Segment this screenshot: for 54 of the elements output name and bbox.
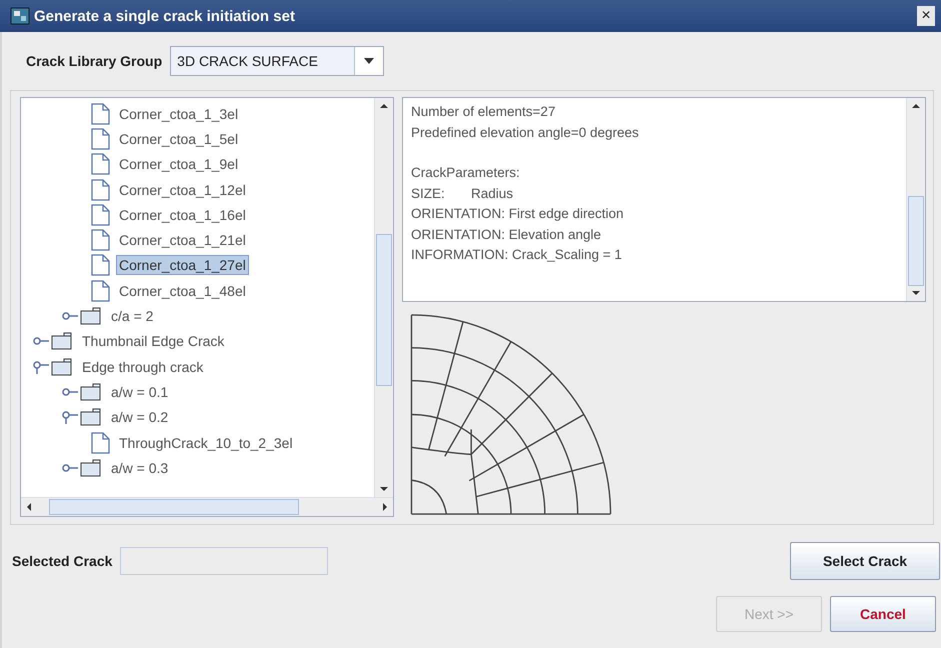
details-line: CrackParameters: bbox=[411, 165, 521, 182]
scroll-thumb[interactable] bbox=[49, 499, 299, 515]
tree-item[interactable]: a/w = 0.1 bbox=[108, 382, 172, 402]
details-line: INFORMATION: Crack_Scaling = 1 bbox=[411, 247, 623, 264]
document-icon bbox=[91, 178, 110, 201]
details-line: Number of elements=27 bbox=[411, 104, 556, 121]
window-title: Generate a single crack initiation set bbox=[34, 8, 295, 24]
app-icon bbox=[10, 7, 30, 25]
vertical-scrollbar[interactable] bbox=[374, 98, 393, 497]
details-line: ORIENTATION: First edge direction bbox=[411, 206, 625, 223]
field-label: Crack Library Group bbox=[26, 53, 162, 69]
expanded-handle-icon[interactable] bbox=[62, 410, 78, 424]
dropdown-arrow-icon bbox=[364, 58, 374, 64]
scroll-thumb[interactable] bbox=[376, 234, 392, 386]
tree-item[interactable]: Corner_ctoa_1_5el bbox=[116, 128, 242, 149]
close-button[interactable]: × bbox=[917, 6, 935, 26]
tree-item[interactable]: c/a = 2 bbox=[108, 306, 156, 326]
selected-crack-field[interactable] bbox=[120, 547, 328, 575]
folder-icon bbox=[80, 307, 102, 326]
document-icon bbox=[91, 153, 110, 176]
document-icon bbox=[91, 204, 110, 226]
document-icon bbox=[91, 128, 110, 150]
tree-item[interactable]: Corner_ctoa_1_3el bbox=[116, 104, 242, 124]
scroll-thumb[interactable] bbox=[908, 196, 924, 286]
cancel-button[interactable]: Cancel bbox=[830, 596, 936, 632]
document-icon bbox=[91, 280, 110, 302]
tree-item[interactable]: Corner_ctoa_1_21el bbox=[116, 230, 249, 250]
tree-item[interactable]: Corner_ctoa_1_12el bbox=[116, 180, 249, 200]
tree-item[interactable]: Edge through crack bbox=[79, 356, 206, 377]
document-icon bbox=[91, 254, 110, 276]
tree-item[interactable]: Thumbnail Edge Crack bbox=[79, 331, 228, 352]
folder-icon bbox=[80, 458, 102, 477]
folder-icon bbox=[51, 358, 73, 376]
folder-icon bbox=[80, 382, 102, 401]
details-line: Predefined elevation angle=0 degrees bbox=[411, 124, 640, 142]
tree-item[interactable]: a/w = 0.3 bbox=[108, 458, 172, 478]
tree-item[interactable]: Corner_ctoa_1_9el bbox=[116, 154, 242, 174]
select-crack-button[interactable]: Select Crack bbox=[790, 542, 940, 580]
tree-item[interactable]: Corner_ctoa_1_16el bbox=[116, 204, 249, 225]
document-icon bbox=[91, 229, 110, 252]
tree-item[interactable]: a/w = 0.2 bbox=[108, 407, 172, 428]
expanded-handle-icon[interactable] bbox=[33, 360, 49, 374]
tree-item[interactable]: Corner_ctoa_1_27el bbox=[116, 255, 249, 276]
folder-icon bbox=[51, 332, 73, 350]
group-dropdown[interactable]: 3D CRACK SURFACE bbox=[170, 46, 384, 76]
details-line: ORIENTATION: Elevation angle bbox=[411, 226, 602, 244]
document-icon bbox=[91, 432, 110, 454]
horizontal-scrollbar[interactable] bbox=[21, 497, 393, 516]
tree-item[interactable]: ThroughCrack_10_to_2_3el bbox=[116, 432, 296, 452]
tree-item[interactable]: Corner_ctoa_1_48el bbox=[116, 280, 249, 301]
field-label: Selected Crack bbox=[12, 553, 112, 569]
folder-icon bbox=[80, 408, 102, 426]
details-line: SIZE: Radius bbox=[411, 186, 514, 202]
document-icon bbox=[91, 102, 110, 125]
